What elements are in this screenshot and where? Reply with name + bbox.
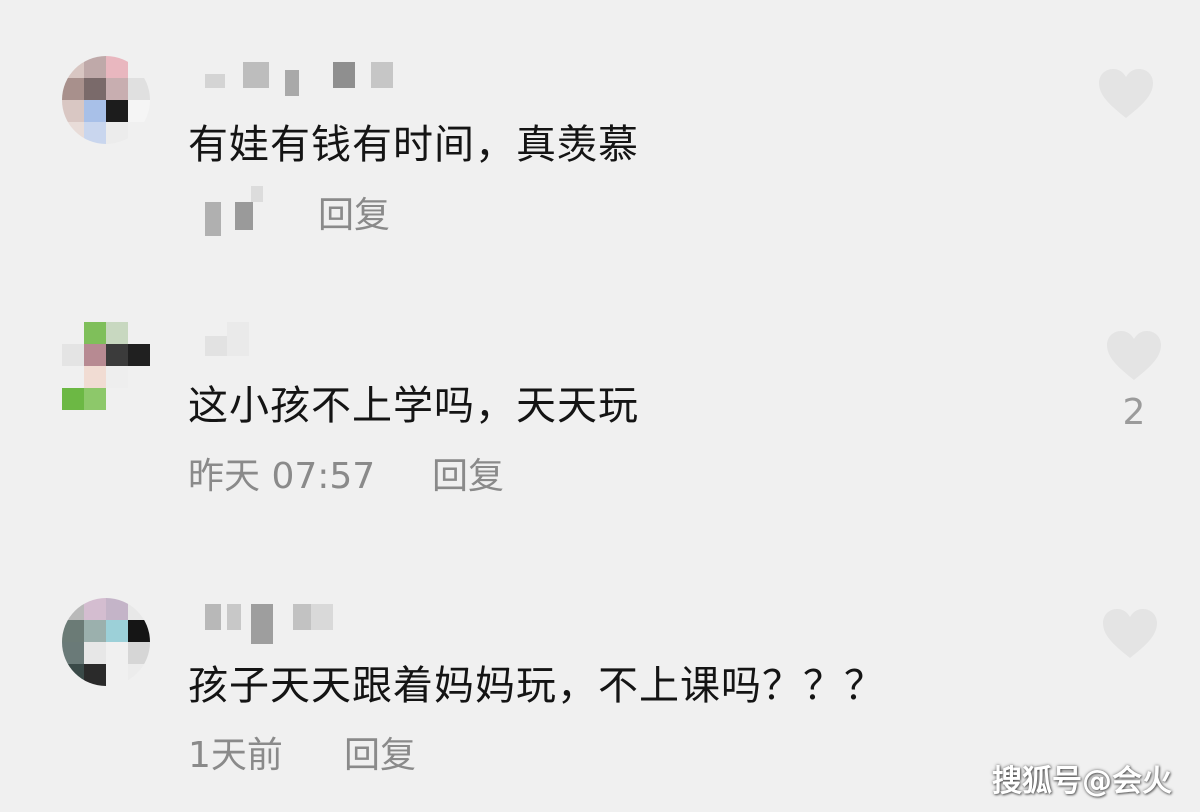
reply-button[interactable]: 回复: [344, 726, 416, 778]
comment-time: 昨天 07:57: [188, 456, 376, 497]
avatar[interactable]: [62, 56, 150, 144]
like-button[interactable]: 2: [1104, 330, 1164, 433]
username[interactable]: [205, 322, 255, 358]
comment-time: 1天前: [188, 735, 283, 776]
username[interactable]: [205, 62, 395, 96]
avatar[interactable]: [62, 322, 150, 410]
like-button[interactable]: [1096, 68, 1156, 120]
watermark: 搜狐号@会火: [992, 764, 1172, 799]
avatar[interactable]: [62, 598, 150, 686]
heart-icon: [1099, 69, 1153, 118]
like-button[interactable]: [1100, 608, 1160, 660]
username[interactable]: [205, 604, 335, 644]
heart-icon: [1107, 331, 1161, 380]
reply-button[interactable]: 回复: [318, 186, 390, 238]
comment-text: 这小孩不上学吗，天天玩: [188, 383, 639, 429]
reply-button[interactable]: 回复: [432, 447, 504, 499]
comment-text: 孩子天天跟着妈妈玩，不上课吗？？？: [188, 663, 885, 709]
heart-icon: [1103, 609, 1157, 658]
comment-text: 有娃有钱有时间，真羡慕: [188, 122, 639, 168]
like-count: 2: [1122, 392, 1146, 433]
comment-time: [205, 186, 275, 236]
